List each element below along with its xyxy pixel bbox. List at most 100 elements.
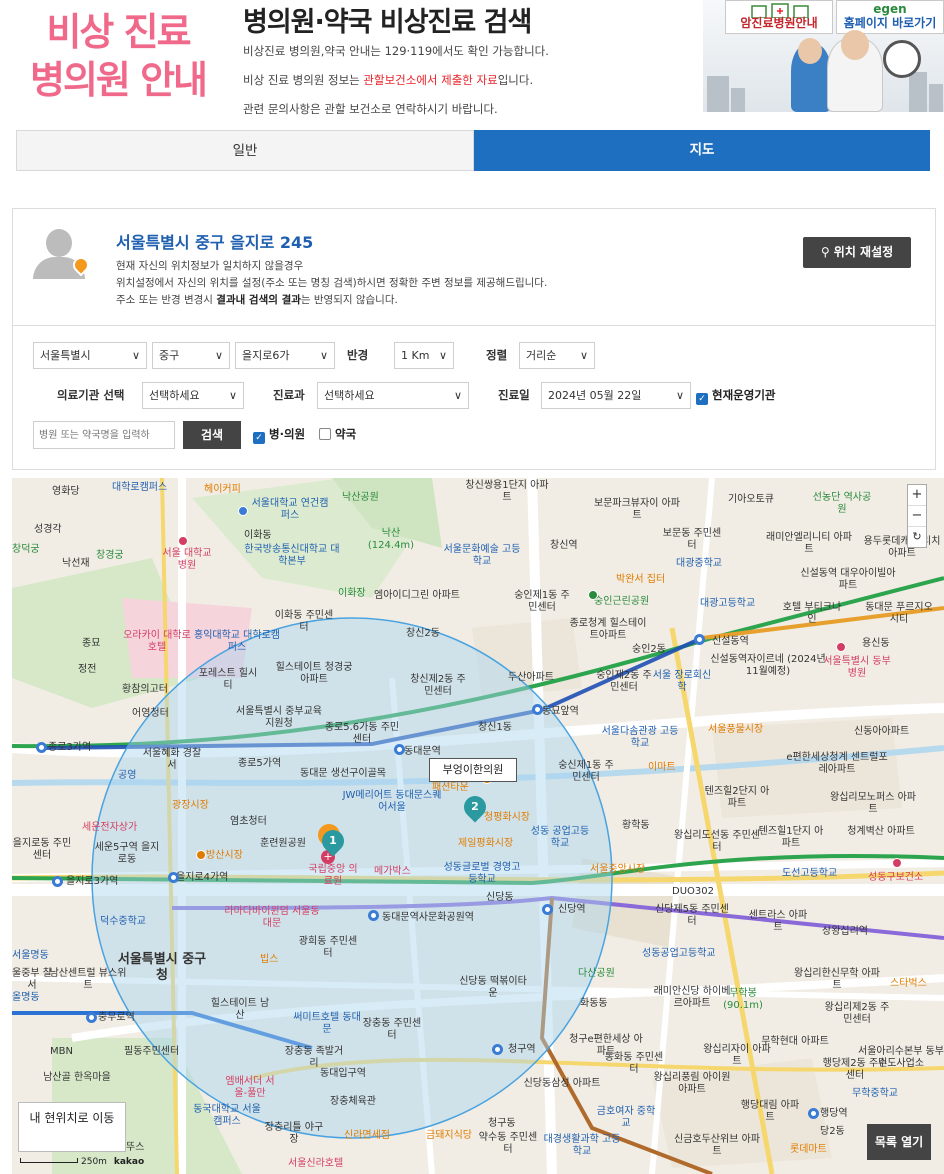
- date-select[interactable]: 2024년 05월 22일 ∨: [541, 382, 691, 409]
- map-label: 엠아이디그린 아파트: [374, 590, 460, 601]
- subway-station-icon[interactable]: [368, 910, 379, 921]
- search-button[interactable]: 검색: [183, 421, 241, 449]
- map-label: 숭인제1동 주민센터: [514, 590, 570, 613]
- sido-select[interactable]: 서울특별시 ∨: [33, 342, 147, 369]
- university-icon[interactable]: [238, 506, 248, 516]
- subway-station-icon[interactable]: [542, 904, 553, 915]
- map-label: 청계벽산 아파트: [847, 826, 915, 837]
- hospital-checkbox[interactable]: ✓ 병·의원: [253, 421, 305, 448]
- map-label: 센트라스 아파트: [748, 910, 808, 933]
- map-label: 창신제2동 주민센터: [410, 674, 466, 697]
- radius-select[interactable]: 1 Km ∨: [394, 342, 454, 369]
- map-label: 이화장: [338, 588, 366, 599]
- map-label: 힐스테이트 청경궁아파트: [275, 662, 353, 685]
- map-reset-icon[interactable]: ↻: [908, 527, 926, 548]
- marker-tooltip[interactable]: 부엉이한의원: [429, 758, 517, 782]
- map-label: 성동공업고등학교: [642, 948, 716, 959]
- map-label: 황학동: [622, 820, 650, 831]
- my-location-button[interactable]: 내 현위치로 이동: [18, 1102, 126, 1152]
- map-label: 성동글로벌 경영고등학교: [443, 862, 521, 885]
- map-label: 보문파크뷰자이 아파트: [594, 498, 680, 521]
- map-pin-icon: ⚲: [820, 245, 834, 259]
- facility-name-input[interactable]: [33, 421, 175, 449]
- subway-station-icon[interactable]: [52, 876, 63, 887]
- sigungu-value: 중구: [159, 349, 180, 362]
- map-label: 종로3가역: [48, 742, 92, 753]
- map-label: 이화동: [244, 530, 272, 541]
- sigungu-select[interactable]: 중구 ∨: [152, 342, 230, 369]
- map-label: 서울아리수본부 동부수도사업소: [858, 1046, 944, 1069]
- map-label: JW메리어트 동대문스퀘어서울: [342, 790, 442, 813]
- map-label: 서울명동: [12, 950, 49, 961]
- map-label: 창신쌍용1단지 아파트: [465, 480, 549, 503]
- date-value: 2024년 05월 22일: [548, 389, 642, 402]
- map-label: 신라면세점: [344, 1130, 390, 1141]
- map-label: 서울 대학교병원: [162, 548, 212, 571]
- map-label: 신동아아파트: [854, 726, 910, 737]
- map-label: 장충동 주민센터: [362, 1018, 422, 1041]
- park-icon[interactable]: [588, 590, 598, 600]
- subway-station-icon[interactable]: [168, 872, 179, 883]
- hospital-checkbox-label: 병·의원: [269, 427, 306, 441]
- map-label: 세운전자상가: [82, 822, 138, 833]
- facility-select[interactable]: 선택하세요 ∨: [142, 382, 244, 409]
- subway-station-icon[interactable]: [394, 744, 405, 755]
- building-illustration: [929, 84, 943, 112]
- header-info-line-2-suffix: 입니다.: [497, 73, 534, 87]
- open-now-checkbox[interactable]: ✓ 현재운영기관: [696, 382, 775, 409]
- subway-station-icon[interactable]: [532, 704, 543, 715]
- subway-station-icon[interactable]: [492, 1044, 503, 1055]
- subway-station-icon[interactable]: [808, 1108, 819, 1119]
- result-marker-2[interactable]: 2: [459, 791, 491, 823]
- chevron-down-icon: ∨: [453, 389, 462, 402]
- map-label: 창신2동: [406, 628, 440, 639]
- map-label: 롯데마트: [790, 1144, 827, 1155]
- map-label: 이화동 주민센터: [274, 610, 334, 633]
- map-label: 서울혜화 경찰서: [142, 748, 202, 771]
- open-list-button[interactable]: 목록 열기: [867, 1124, 931, 1160]
- dong-select[interactable]: 을지로6가 ∨: [235, 342, 335, 369]
- result-marker-1[interactable]: 1: [317, 825, 349, 857]
- map-label: 왕십리풍림 아이원아파트: [653, 1072, 731, 1095]
- map-label: 남산센트럴 뷰스위트: [49, 968, 127, 991]
- tab-normal[interactable]: 일반: [16, 130, 474, 171]
- map-label: 낙산공원: [342, 492, 379, 503]
- tab-map[interactable]: 지도: [474, 130, 930, 171]
- cancer-hospital-banner[interactable]: 암진료병원안내: [725, 0, 833, 34]
- map-label: 공영: [118, 770, 137, 781]
- sort-select[interactable]: 거리순 ∨: [519, 342, 595, 369]
- subway-station-icon[interactable]: [86, 1012, 97, 1023]
- hospital-icon[interactable]: [836, 642, 846, 652]
- map-label: 어영청터: [132, 708, 169, 719]
- subway-station-icon[interactable]: [694, 634, 705, 645]
- map-label: 힐스테이트 남산: [210, 998, 270, 1021]
- map-label: 헤이커피: [204, 484, 241, 495]
- map-label: 행당대림 아파트: [740, 1100, 800, 1123]
- map-label: 기아오토큐: [728, 494, 774, 505]
- health-center-icon[interactable]: [892, 858, 902, 868]
- map-label: 을지로4가역: [176, 872, 229, 883]
- zoom-out-button[interactable]: −: [908, 506, 926, 527]
- map-view[interactable]: 대학로캠퍼스 헤이커피 서울대학교 연건캠퍼스 낙산공원 창신쌍용1단지 아파트…: [12, 478, 944, 1174]
- map-label: 을지로3가역: [66, 876, 119, 887]
- subway-station-icon[interactable]: [36, 742, 47, 753]
- map-label: 상왕십리역: [822, 926, 868, 937]
- pharmacy-checkbox[interactable]: 약국: [319, 421, 356, 448]
- hospital-icon[interactable]: [178, 536, 188, 546]
- map-label: 무학중학교: [852, 1088, 898, 1099]
- market-icon[interactable]: [196, 850, 206, 860]
- map-label: 동대입구역: [320, 1068, 366, 1079]
- egen-homepage-banner[interactable]: egen 홈페이지 바로가기: [836, 0, 944, 34]
- map-label: 메가박스: [374, 866, 411, 877]
- map-label: 성경각: [34, 524, 62, 535]
- zoom-in-button[interactable]: +: [908, 485, 926, 506]
- map-label: 빕스: [260, 954, 279, 965]
- department-select[interactable]: 선택하세요 ∨: [317, 382, 469, 409]
- map-label: 창신역: [550, 540, 578, 551]
- location-reset-button[interactable]: ⚲ 위치 재설정: [803, 237, 911, 268]
- sido-value: 서울특별시: [40, 349, 91, 362]
- map-label: 장충리틀 야구장: [264, 1122, 324, 1145]
- map-label: 왕십리한신무학 아파트: [794, 968, 880, 991]
- map-label: 동대문역: [404, 746, 441, 757]
- header-info-line-3: 관련 문의사항은 관할 보건소로 연락하시기 바랍니다.: [243, 102, 498, 116]
